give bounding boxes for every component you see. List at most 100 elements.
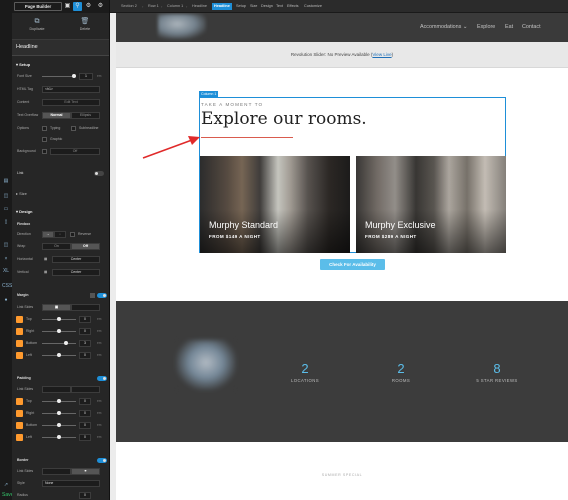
- tab-effects[interactable]: Effects: [287, 3, 299, 10]
- desktop-small-icon[interactable]: ◫: [2, 242, 10, 249]
- slider-knob[interactable]: [57, 435, 61, 439]
- padding-right-unit[interactable]: em: [97, 411, 101, 415]
- search-icon[interactable]: ⚲: [73, 2, 82, 11]
- margin-left-input[interactable]: 0: [79, 352, 91, 359]
- graphic-checkbox[interactable]: [42, 137, 47, 142]
- tablet-icon[interactable]: ▭: [2, 206, 10, 213]
- overflow-ellipsis-toggle[interactable]: Ellipsis: [71, 112, 100, 119]
- breadcrumb-row[interactable]: Row 1: [145, 3, 162, 10]
- slider-knob[interactable]: [57, 353, 61, 357]
- margin-right-slider[interactable]: [42, 329, 76, 333]
- margin-unlink-toggle[interactable]: [71, 304, 100, 311]
- room-card[interactable]: Murphy Standard FROM $149 A NIGHT: [200, 156, 350, 253]
- cog-icon[interactable]: ⚙: [96, 2, 105, 11]
- tab-headline[interactable]: Headline: [212, 3, 232, 10]
- padding-right-slider[interactable]: [42, 411, 76, 415]
- nav-eat[interactable]: Eat: [505, 24, 513, 30]
- slider-knob[interactable]: [57, 317, 61, 321]
- link-row[interactable]: Link: [16, 170, 106, 177]
- padding-left-input[interactable]: 0: [79, 434, 91, 441]
- nav-accommodations[interactable]: Accommodations ⌄: [420, 24, 467, 30]
- padding-left-unit[interactable]: em: [97, 435, 101, 439]
- padding-top-input[interactable]: 0: [79, 398, 91, 405]
- margin-bottom-unit[interactable]: em: [97, 341, 101, 345]
- slider-knob[interactable]: [57, 399, 61, 403]
- nav-contact[interactable]: Contact: [522, 24, 541, 30]
- padding-bottom-unit[interactable]: em: [97, 423, 101, 427]
- font-size-unit[interactable]: em: [97, 74, 101, 78]
- room-card[interactable]: Murphy Exclusive FROM $289 A NIGHT: [356, 156, 506, 253]
- xl-icon[interactable]: XL: [2, 268, 10, 275]
- slider-knob[interactable]: [57, 411, 61, 415]
- headline[interactable]: Explore our rooms.: [201, 109, 367, 129]
- margin-toggle[interactable]: [97, 293, 107, 298]
- typing-checkbox[interactable]: [42, 126, 47, 131]
- page-icon[interactable]: ▣: [63, 2, 72, 11]
- padding-left-slider[interactable]: [42, 435, 76, 439]
- view-live-link[interactable]: View Live: [372, 52, 391, 57]
- wrap-on-toggle[interactable]: On: [42, 243, 71, 250]
- slider-knob[interactable]: [57, 329, 61, 333]
- slider-knob[interactable]: [72, 74, 76, 78]
- margin-left-unit[interactable]: em: [97, 353, 101, 357]
- tab-customize[interactable]: Customize: [304, 3, 322, 10]
- link-toggle[interactable]: [94, 171, 104, 176]
- margin-link-toggle[interactable]: ▣: [42, 304, 71, 311]
- tab-size[interactable]: Size: [250, 3, 257, 10]
- column-tag[interactable]: Column 1: [199, 91, 219, 97]
- border-radius-input[interactable]: 0: [79, 492, 91, 499]
- page-builder-title[interactable]: Page Builder: [14, 2, 62, 11]
- tab-design[interactable]: Design: [261, 3, 273, 10]
- breadcrumb-section[interactable]: Section 2: [118, 3, 140, 10]
- html-tag-select[interactable]: <h1>: [42, 86, 100, 93]
- border-unlink-toggle[interactable]: ⚭: [71, 468, 100, 475]
- overflow-normal-toggle[interactable]: Normal: [42, 112, 71, 119]
- margin-top-unit[interactable]: em: [97, 317, 101, 321]
- reverse-checkbox[interactable]: [70, 232, 75, 237]
- margin-left-slider[interactable]: [42, 353, 76, 357]
- slider-knob[interactable]: [64, 341, 68, 345]
- breadcrumb-column[interactable]: Column 1: [164, 3, 186, 10]
- direction-row-toggle[interactable]: →: [42, 231, 54, 238]
- save-icon[interactable]: Save: [2, 492, 13, 499]
- xs-icon[interactable]: ×: [2, 256, 10, 263]
- padding-top-unit[interactable]: em: [97, 399, 101, 403]
- nav-explore[interactable]: Explore: [477, 24, 495, 30]
- padding-toggle[interactable]: [97, 376, 107, 381]
- horizontal-select[interactable]: Center: [52, 256, 100, 263]
- desktop-icon[interactable]: ◫: [2, 193, 10, 200]
- padding-unlink-toggle[interactable]: [71, 386, 100, 393]
- margin-color-icon[interactable]: [90, 293, 95, 298]
- padding-link-toggle[interactable]: [42, 386, 71, 393]
- background-color-swatch[interactable]: [42, 149, 47, 154]
- subheadline-checkbox[interactable]: [71, 126, 76, 131]
- margin-right-input[interactable]: 0: [79, 328, 91, 335]
- site-logo[interactable]: [158, 14, 206, 39]
- margin-top-slider[interactable]: [42, 317, 76, 321]
- border-link-toggle[interactable]: [42, 468, 71, 475]
- screen-icon[interactable]: ▤: [2, 178, 10, 185]
- phone-icon[interactable]: ▯: [2, 219, 10, 226]
- font-size-slider[interactable]: [42, 74, 76, 78]
- edit-text-button[interactable]: Edit Text: [42, 99, 100, 106]
- duplicate-button[interactable]: ⧉ Duplicate: [13, 16, 61, 38]
- padding-top-slider[interactable]: [42, 399, 76, 403]
- slider-knob[interactable]: [57, 423, 61, 427]
- margin-bottom-slider[interactable]: [42, 341, 76, 345]
- margin-top-input[interactable]: 0: [79, 316, 91, 323]
- direction-column-toggle[interactable]: ↓: [54, 231, 66, 238]
- margin-bottom-input[interactable]: 3: [79, 340, 91, 347]
- tab-text[interactable]: Text: [276, 3, 283, 10]
- wrap-off-toggle[interactable]: Off: [71, 243, 100, 250]
- check-availability-button[interactable]: Check For Availability: [320, 259, 385, 270]
- css-icon[interactable]: CSS: [2, 283, 12, 290]
- tab-setup[interactable]: Setup: [236, 3, 246, 10]
- gear-icon[interactable]: ⚙: [84, 2, 93, 11]
- external-icon[interactable]: ↗: [2, 482, 10, 489]
- size-section-header[interactable]: ▸ Size: [16, 191, 27, 196]
- delete-button[interactable]: 🗑 Delete: [61, 16, 109, 38]
- design-section-header[interactable]: ▾ Design: [16, 209, 32, 214]
- padding-bottom-input[interactable]: 0: [79, 422, 91, 429]
- setup-section-header[interactable]: ▾ Setup: [16, 62, 30, 67]
- font-size-input[interactable]: 1: [79, 73, 93, 80]
